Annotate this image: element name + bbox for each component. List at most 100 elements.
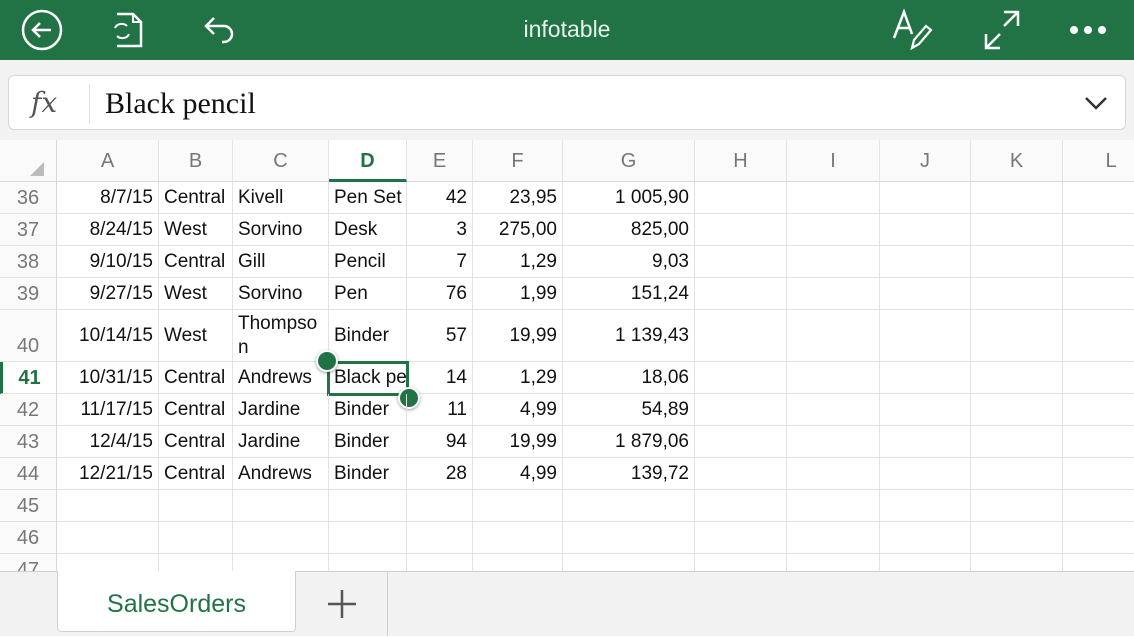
column-header-c[interactable]: C [233,140,329,182]
cell-b37[interactable]: West [159,214,233,246]
row-header-36[interactable]: 36 [0,182,57,214]
cell-c45[interactable] [233,490,329,522]
column-header-b[interactable]: B [159,140,233,182]
row-header-42[interactable]: 42 [0,394,57,426]
column-header-i[interactable]: I [787,140,880,182]
add-sheet-button[interactable] [296,572,388,636]
cell-l41[interactable] [1063,362,1134,394]
cell-f45[interactable] [473,490,563,522]
cell-d38[interactable]: Pencil [329,246,407,278]
row-header-41[interactable]: 41 [0,362,57,394]
cell-e45[interactable] [407,490,473,522]
cell-g37[interactable]: 825,00 [563,214,695,246]
cell-g36[interactable]: 1 005,90 [563,182,695,214]
cell-a38[interactable]: 9/10/15 [57,246,159,278]
cell-k47[interactable] [971,554,1063,571]
cell-l47[interactable] [1063,554,1134,571]
more-dots-icon[interactable] [1066,8,1110,52]
cell-e42[interactable]: 11 [407,394,473,426]
cell-h42[interactable] [695,394,787,426]
cell-d44[interactable]: Binder [329,458,407,490]
cell-a39[interactable]: 9/27/15 [57,278,159,310]
row-header-40[interactable]: 40 [0,310,57,362]
cell-c44[interactable]: Andrews [233,458,329,490]
cell-d39[interactable]: Pen [329,278,407,310]
column-header-a[interactable]: A [57,140,159,182]
cell-a37[interactable]: 8/24/15 [57,214,159,246]
cell-g46[interactable] [563,522,695,554]
cell-e47[interactable] [407,554,473,571]
column-header-f[interactable]: F [473,140,563,182]
cell-e43[interactable]: 94 [407,426,473,458]
cell-k40[interactable] [971,310,1063,362]
cell-j38[interactable] [880,246,971,278]
cell-l36[interactable] [1063,182,1134,214]
cell-a41[interactable]: 10/31/15 [57,362,159,394]
cell-i40[interactable] [787,310,880,362]
cell-f40[interactable]: 19,99 [473,310,563,362]
cell-a46[interactable] [57,522,159,554]
cell-g42[interactable]: 54,89 [563,394,695,426]
cell-f37[interactable]: 275,00 [473,214,563,246]
cell-f38[interactable]: 1,29 [473,246,563,278]
cell-e39[interactable]: 76 [407,278,473,310]
row-header-37[interactable]: 37 [0,214,57,246]
cell-g39[interactable]: 151,24 [563,278,695,310]
cell-a42[interactable]: 11/17/15 [57,394,159,426]
row-header-47[interactable]: 47 [0,554,57,571]
cell-d43[interactable]: Binder [329,426,407,458]
cell-d46[interactable] [329,522,407,554]
row-header-46[interactable]: 46 [0,522,57,554]
cell-j39[interactable] [880,278,971,310]
cell-a43[interactable]: 12/4/15 [57,426,159,458]
row-header-44[interactable]: 44 [0,458,57,490]
cell-i41[interactable] [787,362,880,394]
cell-d41[interactable]: Black pencil [329,362,407,394]
cell-a40[interactable]: 10/14/15 [57,310,159,362]
cell-l37[interactable] [1063,214,1134,246]
cell-c38[interactable]: Gill [233,246,329,278]
cell-e40[interactable]: 57 [407,310,473,362]
cell-k41[interactable] [971,362,1063,394]
cell-b44[interactable]: Central [159,458,233,490]
cell-l45[interactable] [1063,490,1134,522]
cell-b40[interactable]: West [159,310,233,362]
cell-b47[interactable] [159,554,233,571]
cell-j36[interactable] [880,182,971,214]
cell-g45[interactable] [563,490,695,522]
cell-b36[interactable]: Central [159,182,233,214]
cell-k42[interactable] [971,394,1063,426]
cell-j44[interactable] [880,458,971,490]
cell-j40[interactable] [880,310,971,362]
cell-h41[interactable] [695,362,787,394]
cell-c42[interactable]: Jardine [233,394,329,426]
spreadsheet-grid[interactable]: A B C D E F G H I J K L 36 8/7/15 Central Kivell Pen Set… [0,140,1134,571]
cell-c39[interactable]: Sorvino [233,278,329,310]
chevron-down-icon[interactable] [1083,90,1109,116]
cell-g41[interactable]: 18,06 [563,362,695,394]
cell-a45[interactable] [57,490,159,522]
column-header-g[interactable]: G [563,140,695,182]
cell-l42[interactable] [1063,394,1134,426]
column-header-l[interactable]: L [1063,140,1134,182]
cell-b46[interactable] [159,522,233,554]
cell-k38[interactable] [971,246,1063,278]
cell-b42[interactable]: Central [159,394,233,426]
cell-a47[interactable] [57,554,159,571]
cell-i47[interactable] [787,554,880,571]
cell-e37[interactable]: 3 [407,214,473,246]
cell-d47[interactable] [329,554,407,571]
cell-i44[interactable] [787,458,880,490]
cell-h46[interactable] [695,522,787,554]
cell-c46[interactable] [233,522,329,554]
cell-k43[interactable] [971,426,1063,458]
select-all-corner[interactable] [0,140,57,182]
cell-d37[interactable]: Desk [329,214,407,246]
cell-j45[interactable] [880,490,971,522]
cell-a44[interactable]: 12/21/15 [57,458,159,490]
cell-j37[interactable] [880,214,971,246]
cell-j46[interactable] [880,522,971,554]
cell-i39[interactable] [787,278,880,310]
cell-j41[interactable] [880,362,971,394]
expand-icon[interactable] [980,8,1024,52]
